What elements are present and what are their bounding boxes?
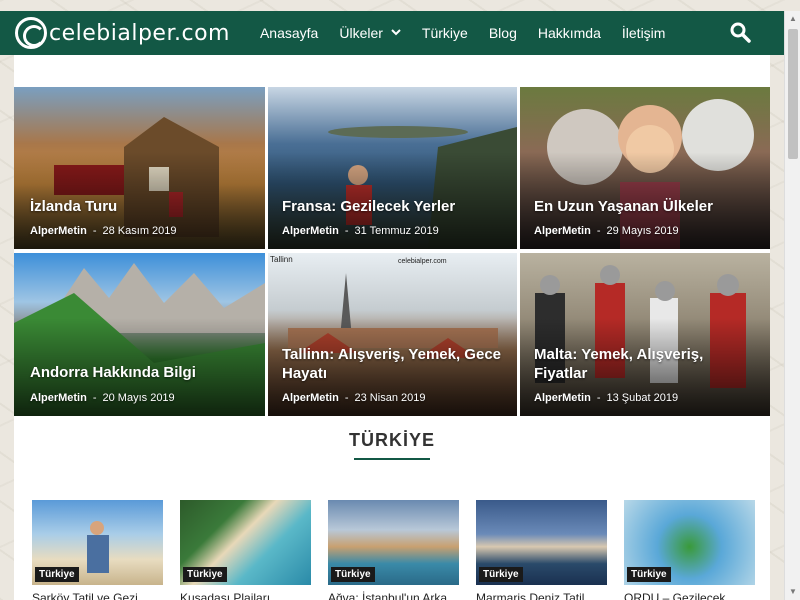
post-card[interactable]: Türkiye Ağva: İstanbul'un Arka <box>328 500 459 600</box>
post-title: En Uzun Yaşanan Ülkeler <box>534 198 713 215</box>
nav-item-iletisim[interactable]: İletişim <box>622 25 666 41</box>
category-badge[interactable]: Türkiye <box>331 567 375 582</box>
nav-label: İletişim <box>621 25 666 41</box>
nav-item-blog[interactable]: Blog <box>489 25 517 41</box>
search-icon[interactable] <box>730 22 752 44</box>
post-meta: AlperMetin -31 Temmuz 2019 <box>282 225 439 237</box>
nav-label: Ülkeler <box>339 25 383 41</box>
logo-mark-icon <box>15 17 47 49</box>
meta-separator: - <box>596 392 601 404</box>
post-meta: AlperMetin -29 Mayıs 2019 <box>534 225 679 237</box>
logo-text: celebialper.com <box>49 20 230 46</box>
category-badge[interactable]: Türkiye <box>479 567 523 582</box>
meta-separator: - <box>344 392 349 404</box>
post-date: 31 Temmuz 2019 <box>354 225 439 237</box>
site-header: celebialper.com Anasayfa Ülkeler Türkiye… <box>0 11 784 55</box>
post-thumbnail: Türkiye <box>180 500 311 585</box>
post-date: 28 Kasım 2019 <box>102 225 177 237</box>
post-author: AlperMetin <box>282 392 339 404</box>
category-badge[interactable]: Türkiye <box>35 567 79 582</box>
image-watermark: celebialper.com <box>398 258 447 265</box>
post-title[interactable]: Ağva: İstanbul'un Arka <box>328 591 459 600</box>
post-meta: AlperMetin -23 Nisan 2019 <box>282 392 425 404</box>
post-title: Fransa: Gezilecek Yerler <box>282 198 456 215</box>
post-author: AlperMetin <box>282 225 339 237</box>
featured-post-izlanda[interactable]: İzlanda Turu AlperMetin -28 Kasım 2019 <box>14 87 265 249</box>
featured-post-malta[interactable]: Malta: Yemek, Alışveriş, Fiyatlar AlperM… <box>520 253 770 416</box>
nav-label: Hakkımda <box>537 25 601 41</box>
nav-item-ulkeler[interactable]: Ülkeler <box>339 25 401 41</box>
post-thumbnail: Türkiye <box>328 500 459 585</box>
post-title: Malta: Yemek, Alışveriş, Fiyatlar <box>534 346 704 382</box>
post-meta: AlperMetin -13 Şubat 2019 <box>534 392 678 404</box>
scrollbar-thumb[interactable] <box>788 29 798 159</box>
post-author: AlperMetin <box>534 225 591 237</box>
nav-item-turkiye[interactable]: Türkiye <box>422 25 468 41</box>
post-thumbnail: Türkiye <box>624 500 755 585</box>
nav-item-hakkimda[interactable]: Hakkımda <box>538 25 601 41</box>
nav-label: Blog <box>488 25 517 41</box>
section-underline <box>354 458 430 460</box>
post-title: Andorra Hakkında Bilgi <box>30 364 196 381</box>
post-author: AlperMetin <box>30 225 87 237</box>
featured-post-fransa[interactable]: Fransa: Gezilecek Yerler AlperMetin -31 T… <box>268 87 517 249</box>
post-title[interactable]: Şarköy Tatil ve Gezi <box>32 591 163 600</box>
meta-separator: - <box>596 225 601 237</box>
post-date: 23 Nisan 2019 <box>354 392 426 404</box>
post-title[interactable]: Marmaris Deniz Tatil <box>476 591 607 600</box>
image-caption: Tallinn <box>270 255 293 264</box>
category-badge[interactable]: Türkiye <box>183 567 227 582</box>
nav-item-anasayfa[interactable]: Anasayfa <box>260 25 318 41</box>
category-badge[interactable]: Türkiye <box>627 567 671 582</box>
site-logo[interactable]: celebialper.com <box>15 11 230 55</box>
meta-separator: - <box>92 225 97 237</box>
meta-separator: - <box>92 392 97 404</box>
post-thumbnail: Türkiye <box>32 500 163 585</box>
post-title[interactable]: ORDU – Gezilecek <box>624 591 755 600</box>
post-date: 29 Mayıs 2019 <box>606 225 679 237</box>
section-title: TÜRKİYE <box>348 430 435 450</box>
nav-label: Anasayfa <box>259 25 319 41</box>
vertical-scrollbar[interactable]: ▲ ▼ <box>784 11 800 600</box>
scroll-down-icon[interactable]: ▼ <box>785 584 800 600</box>
main-content: İzlanda Turu AlperMetin -28 Kasım 2019 Fr… <box>14 55 770 600</box>
post-meta: AlperMetin -28 Kasım 2019 <box>30 225 177 237</box>
post-card[interactable]: Türkiye Marmaris Deniz Tatil <box>476 500 607 600</box>
featured-post-en-uzun[interactable]: En Uzun Yaşanan Ülkeler AlperMetin -29 Ma… <box>520 87 770 249</box>
featured-post-andorra[interactable]: Andorra Hakkında Bilgi AlperMetin -20 May… <box>14 253 265 416</box>
post-title: İzlanda Turu <box>30 198 118 215</box>
post-author: AlperMetin <box>30 392 87 404</box>
featured-post-tallinn[interactable]: Tallinn celebialper.com Tallinn: Alışver… <box>268 253 517 416</box>
post-thumbnail: Türkiye <box>476 500 607 585</box>
main-nav: Anasayfa Ülkeler Türkiye Blog Hakkımda İ… <box>260 11 686 55</box>
scroll-up-icon[interactable]: ▲ <box>785 11 800 27</box>
post-date: 13 Şubat 2019 <box>606 392 679 404</box>
post-author: AlperMetin <box>534 392 591 404</box>
post-card[interactable]: Türkiye Şarköy Tatil ve Gezi <box>32 500 163 600</box>
post-meta: AlperMetin -20 Mayıs 2019 <box>30 392 175 404</box>
meta-separator: - <box>344 225 349 237</box>
post-card[interactable]: Türkiye Kuşadası Plajları <box>180 500 311 600</box>
post-title: Tallinn: Alışveriş, Yemek, Gece Hayatı <box>282 346 502 382</box>
nav-label: Türkiye <box>421 25 468 41</box>
post-card[interactable]: Türkiye ORDU – Gezilecek <box>624 500 755 600</box>
post-title[interactable]: Kuşadası Plajları <box>180 591 311 600</box>
chevron-down-icon <box>391 28 401 39</box>
post-date: 20 Mayıs 2019 <box>102 392 175 404</box>
